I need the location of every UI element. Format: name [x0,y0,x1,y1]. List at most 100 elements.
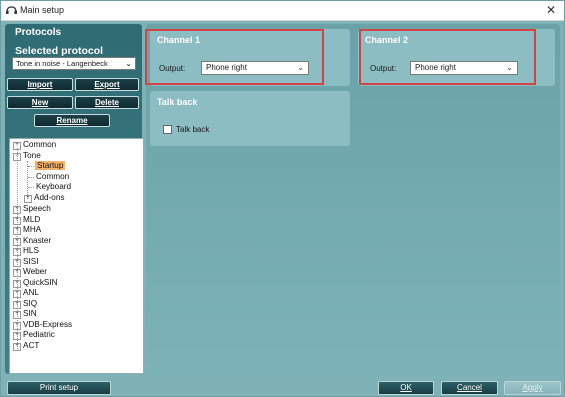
tree-node-label: QuickSIN [23,277,58,287]
channel2-output-label: Output: [370,64,397,73]
tree-node-label: Knaster [23,235,52,245]
tree-node-keyboard[interactable]: Keyboard [36,182,71,192]
title-bar: Main setup ✕ [1,1,564,21]
tree-node-label: HLS [23,246,39,255]
import-button[interactable]: Import [7,78,73,91]
tree-node-label: MHA [23,225,42,234]
expand-plus-icon[interactable]: + [13,321,21,330]
import-button-label: Import [27,80,53,89]
protocol-dropdown[interactable]: Tone in noise - Langenbeck ⌄ [12,57,136,70]
channel1-output-label: Output: [159,64,186,73]
channel2-output-select[interactable]: Phone right ⌄ [410,61,518,75]
tree-node-label: ANL [23,288,39,297]
tree-node-label: Keyboard [36,182,72,191]
talkback-panel: Talk back Talk back [150,91,350,146]
expand-plus-icon[interactable]: + [13,269,21,277]
tree-node-tone[interactable]: − Tone [13,151,41,161]
channel1-output-value: Phone right [206,63,247,72]
expand-plus-icon[interactable]: + [13,332,21,340]
expand-plus-icon[interactable]: + [13,279,21,288]
expand-plus-icon[interactable]: + [13,142,21,150]
tree-node-label: Startup [35,161,66,170]
protocol-dropdown-value: Tone in noise - Langenbeck [16,59,108,68]
tree-node-tone-common[interactable]: Common [36,172,69,182]
tree-node-siq[interactable]: + SIQ [13,299,37,309]
apply-button[interactable]: Apply [504,381,561,395]
expand-plus-icon[interactable]: + [24,195,32,203]
talkback-checkbox[interactable] [163,125,172,134]
rename-button[interactable]: Rename [34,114,110,127]
print-setup-button[interactable]: Print setup [7,381,111,395]
tree-node-mha[interactable]: + MHA [13,225,41,235]
settings-area: Channel 1 Output: Phone right ⌄ Channel … [145,24,560,377]
tree-node-sisi[interactable]: + SISI [13,257,38,267]
expand-plus-icon[interactable]: + [13,206,21,214]
channel2-panel: Channel 2 Output: Phone right ⌄ [358,29,555,86]
tree-node-label: VDB-Express [23,319,73,329]
tree-node-hls[interactable]: + HLS [13,246,39,256]
tree-node-act[interactable]: + ACT [13,341,39,351]
headphones-icon [6,6,17,14]
tree-node-label: MLD [23,214,41,224]
chevron-down-icon: ⌄ [125,59,132,68]
expand-plus-icon[interactable]: + [13,248,21,256]
rename-button-label: Rename [56,116,88,125]
tree-node-label: Common [23,140,57,149]
talkback-checkbox-label: Talk back [176,125,210,134]
tree-node-weber[interactable]: + Weber [13,267,47,277]
tree-node-label: Common [36,172,70,181]
tree-node-vdb-express[interactable]: + VDB-Express [13,320,72,330]
tree-node-label: Weber [23,267,47,276]
tree-node-speech[interactable]: + Speech [13,204,51,214]
new-button-label: New [31,98,49,107]
main-setup-window: Main setup ✕ Protocols Selected protocol… [0,0,565,397]
tree-node-quicksin[interactable]: + QuickSIN [13,278,58,288]
protocols-header: Protocols [15,27,62,38]
delete-button[interactable]: Delete [75,96,139,109]
tree-node-pediatric[interactable]: + Pediatric [13,330,55,340]
ok-button[interactable]: OK [378,381,434,395]
tree-node-label: Speech [23,204,51,213]
tree-node-label: SIN [23,309,37,318]
tree-node-label: Add-ons [34,193,65,202]
protocol-tree[interactable]: + Common − Tone Startup Common Keyboard + A… [9,138,144,374]
expand-plus-icon[interactable]: + [13,258,21,267]
export-button[interactable]: Export [75,78,139,91]
expand-plus-icon[interactable]: + [13,342,21,351]
tree-node-mld[interactable]: + MLD [13,215,40,225]
new-button[interactable]: New [7,96,73,109]
tree-node-sin[interactable]: + SIN [13,309,37,319]
tree-node-common[interactable]: + Common [13,140,56,150]
channel1-output-select[interactable]: Phone right ⌄ [201,61,309,75]
tree-node-addons[interactable]: + Add-ons [24,193,65,203]
tree-guide-line [28,166,34,167]
tree-node-startup[interactable]: Startup [35,161,66,171]
tree-node-knaster[interactable]: + Knaster [13,236,51,246]
apply-label: Apply [522,383,543,392]
tree-node-label: SIQ [23,298,38,308]
window-title: Main setup [20,5,65,15]
tree-node-anl[interactable]: + ANL [13,288,39,298]
cancel-button[interactable]: Cancel [441,381,498,395]
expand-plus-icon[interactable]: + [13,237,21,246]
export-button-label: Export [94,80,120,89]
channel1-panel: Channel 1 Output: Phone right ⌄ [150,29,350,86]
tree-node-label: Pediatric [23,330,55,339]
expand-plus-icon[interactable]: + [13,300,21,309]
collapse-minus-icon[interactable]: − [13,153,21,161]
expand-plus-icon[interactable]: + [13,311,21,319]
channel2-output-value: Phone right [415,63,456,72]
expand-plus-icon[interactable]: + [13,227,21,235]
expand-plus-icon[interactable]: + [13,216,21,225]
selected-protocol-label: Selected protocol [15,45,104,57]
protocols-panel: Protocols Selected protocol Tone in nois… [5,24,144,374]
expand-plus-icon[interactable]: + [13,290,21,298]
chevron-down-icon: ⌄ [297,63,304,72]
tree-node-label: SISI [23,256,39,266]
close-icon[interactable]: ✕ [546,3,556,17]
talkback-title: Talk back [157,97,198,107]
chevron-down-icon: ⌄ [506,63,513,72]
tree-node-label: Tone [23,151,41,160]
cancel-label: Cancel [457,383,482,392]
ok-label: OK [400,383,412,392]
